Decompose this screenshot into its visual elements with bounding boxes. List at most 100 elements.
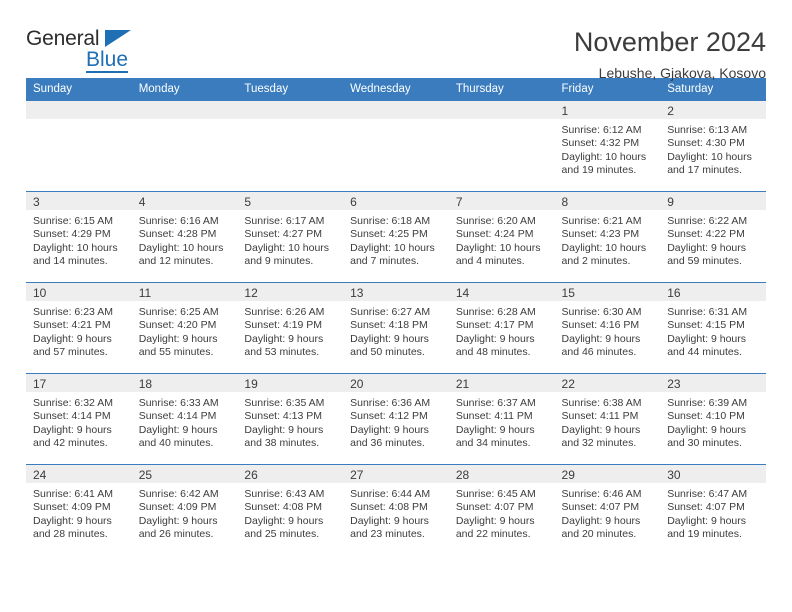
calendar-day-cell[interactable]: 6 Sunrise: 6:18 AM Sunset: 4:25 PM Daylight… <box>343 191 449 283</box>
sunset-text: Sunset: 4:29 PM <box>33 228 111 241</box>
calendar-day-cell[interactable]: 7 Sunrise: 6:20 AM Sunset: 4:24 PM Daylight… <box>448 191 555 283</box>
daylight-text-line2: and 19 minutes. <box>667 528 742 541</box>
calendar-day-cell[interactable]: 23 Sunrise: 6:39 AM Sunset: 4:10 PM Dayligh… <box>660 373 766 465</box>
daylight-text-line1: Daylight: 10 hours <box>138 241 224 254</box>
sunrise-text: Sunrise: 6:13 AM <box>667 124 748 136</box>
calendar-day-cell[interactable]: 5 Sunrise: 6:17 AM Sunset: 4:27 PM Daylight… <box>237 191 344 283</box>
sunset-text: Sunset: 4:21 PM <box>33 319 111 332</box>
calendar-day-cell[interactable]: 11 Sunrise: 6:25 AM Sunset: 4:20 PM Dayligh… <box>131 282 238 374</box>
day-sun-info: Sunrise: 6:13 AM Sunset: 4:30 PM Daylight:… <box>660 119 766 178</box>
daylight-text-line1: Daylight: 9 hours <box>667 241 747 254</box>
daylight-text-line1: Daylight: 9 hours <box>138 514 218 527</box>
day-number: 7 <box>448 192 555 210</box>
daylight-text-line1: Daylight: 9 hours <box>667 332 747 345</box>
calendar-day-cell-empty <box>448 100 555 192</box>
calendar-day-cell[interactable]: 24 Sunrise: 6:41 AM Sunset: 4:09 PM Dayligh… <box>26 464 132 555</box>
day-number: 13 <box>343 283 449 301</box>
calendar-day-cell[interactable]: 20 Sunrise: 6:36 AM Sunset: 4:12 PM Dayligh… <box>343 373 449 465</box>
calendar-day-cell[interactable]: 12 Sunrise: 6:26 AM Sunset: 4:19 PM Dayligh… <box>237 282 344 374</box>
calendar-day-cell[interactable]: 14 Sunrise: 6:28 AM Sunset: 4:17 PM Dayligh… <box>448 282 555 374</box>
day-sun-info: Sunrise: 6:12 AM Sunset: 4:32 PM Daylight:… <box>555 119 661 178</box>
sunrise-text: Sunrise: 6:43 AM <box>244 488 325 500</box>
day-number: 18 <box>131 374 238 392</box>
calendar-day-cell[interactable]: 4 Sunrise: 6:16 AM Sunset: 4:28 PM Daylight… <box>131 191 238 283</box>
sunrise-text: Sunrise: 6:17 AM <box>244 215 325 227</box>
calendar-day-cell[interactable]: 21 Sunrise: 6:37 AM Sunset: 4:11 PM Dayligh… <box>448 373 555 465</box>
sunset-text: Sunset: 4:07 PM <box>667 501 745 514</box>
day-number: 1 <box>554 101 661 119</box>
calendar-day-cell[interactable]: 25 Sunrise: 6:42 AM Sunset: 4:09 PM Dayligh… <box>131 464 238 555</box>
sunrise-text: Sunrise: 6:22 AM <box>667 215 748 227</box>
calendar-week-row: 3 Sunrise: 6:15 AM Sunset: 4:29 PM Daylight… <box>26 191 766 283</box>
calendar-day-cell-empty <box>26 100 132 192</box>
sunset-text: Sunset: 4:07 PM <box>455 501 534 514</box>
calendar-day-cell[interactable]: 27 Sunrise: 6:44 AM Sunset: 4:08 PM Dayligh… <box>343 464 449 555</box>
generalblue-logo[interactable]: General Blue <box>26 26 144 73</box>
day-sun-info: Sunrise: 6:37 AM Sunset: 4:11 PM Daylight:… <box>449 392 555 451</box>
calendar-day-cell[interactable]: 28 Sunrise: 6:45 AM Sunset: 4:07 PM Dayligh… <box>448 464 555 555</box>
day-sun-info: Sunrise: 6:17 AM Sunset: 4:27 PM Daylight:… <box>237 210 343 269</box>
daylight-text-line2: and 57 minutes. <box>33 346 108 359</box>
sunrise-text: Sunrise: 6:18 AM <box>350 215 431 227</box>
daylight-text-line1: Daylight: 9 hours <box>667 514 747 527</box>
day-sun-info: Sunrise: 6:46 AM Sunset: 4:07 PM Daylight:… <box>555 483 661 542</box>
day-number: 20 <box>343 374 449 392</box>
day-sun-info: Sunrise: 6:41 AM Sunset: 4:09 PM Daylight:… <box>26 483 132 542</box>
sunrise-text: Sunrise: 6:26 AM <box>244 306 325 318</box>
calendar-day-cell[interactable]: 17 Sunrise: 6:32 AM Sunset: 4:14 PM Dayligh… <box>26 373 132 465</box>
calendar-day-cell[interactable]: 26 Sunrise: 6:43 AM Sunset: 4:08 PM Dayligh… <box>237 464 344 555</box>
daylight-text-line2: and 34 minutes. <box>455 437 531 450</box>
calendar-day-cell[interactable]: 30 Sunrise: 6:47 AM Sunset: 4:07 PM Dayligh… <box>660 464 766 555</box>
calendar-day-cell[interactable]: 3 Sunrise: 6:15 AM Sunset: 4:29 PM Daylight… <box>26 191 132 283</box>
calendar-day-cell[interactable]: 8 Sunrise: 6:21 AM Sunset: 4:23 PM Daylight… <box>554 191 661 283</box>
sunrise-text: Sunrise: 6:16 AM <box>138 215 219 227</box>
daylight-text-line2: and 2 minutes. <box>561 255 631 268</box>
title-block: November 2024 Lebushe, Gjakova, Kosovo <box>574 26 766 84</box>
sunrise-text: Sunrise: 6:36 AM <box>350 397 431 409</box>
day-number: 28 <box>448 465 555 483</box>
day-sun-info: Sunrise: 6:42 AM Sunset: 4:09 PM Daylight:… <box>132 483 238 542</box>
sunrise-text: Sunrise: 6:37 AM <box>455 397 536 409</box>
day-number: 30 <box>660 465 766 483</box>
calendar-day-cell-empty <box>237 100 344 192</box>
day-number: 4 <box>131 192 238 210</box>
daylight-text-line1: Daylight: 9 hours <box>561 423 641 436</box>
calendar-day-cell-empty <box>343 100 449 192</box>
sunset-text: Sunset: 4:11 PM <box>561 410 639 423</box>
sunrise-text: Sunrise: 6:33 AM <box>138 397 219 409</box>
day-number <box>131 101 238 119</box>
calendar-day-cell[interactable]: 16 Sunrise: 6:31 AM Sunset: 4:15 PM Dayligh… <box>660 282 766 374</box>
daylight-text-line1: Daylight: 9 hours <box>244 514 324 527</box>
daylight-text-line1: Daylight: 9 hours <box>350 332 429 345</box>
calendar-day-cell[interactable]: 13 Sunrise: 6:27 AM Sunset: 4:18 PM Dayligh… <box>343 282 449 374</box>
sunset-text: Sunset: 4:17 PM <box>455 319 534 332</box>
day-sun-info: Sunrise: 6:32 AM Sunset: 4:14 PM Daylight:… <box>26 392 132 451</box>
calendar-day-cell[interactable]: 15 Sunrise: 6:30 AM Sunset: 4:16 PM Dayligh… <box>554 282 661 374</box>
day-sun-info: Sunrise: 6:27 AM Sunset: 4:18 PM Daylight:… <box>343 301 449 360</box>
day-sun-info: Sunrise: 6:22 AM Sunset: 4:22 PM Daylight:… <box>660 210 766 269</box>
sunrise-text: Sunrise: 6:25 AM <box>138 306 219 318</box>
daylight-text-line1: Daylight: 9 hours <box>350 514 429 527</box>
daylight-text-line2: and 20 minutes. <box>561 528 637 541</box>
calendar-day-cell[interactable]: 19 Sunrise: 6:35 AM Sunset: 4:13 PM Dayligh… <box>237 373 344 465</box>
calendar-day-cell[interactable]: 1 Sunrise: 6:12 AM Sunset: 4:32 PM Daylight… <box>554 100 661 192</box>
sunrise-text: Sunrise: 6:31 AM <box>667 306 748 318</box>
day-number: 5 <box>237 192 344 210</box>
sunrise-text: Sunrise: 6:35 AM <box>244 397 325 409</box>
daylight-text-line2: and 28 minutes. <box>33 528 108 541</box>
calendar-week-row: 17 Sunrise: 6:32 AM Sunset: 4:14 PM Dayligh… <box>26 373 766 465</box>
calendar-day-cell[interactable]: 2 Sunrise: 6:13 AM Sunset: 4:30 PM Daylight… <box>660 100 766 192</box>
sunset-text: Sunset: 4:08 PM <box>350 501 428 514</box>
day-number: 8 <box>554 192 661 210</box>
calendar-day-cell[interactable]: 29 Sunrise: 6:46 AM Sunset: 4:07 PM Dayligh… <box>554 464 661 555</box>
calendar-day-cell[interactable]: 22 Sunrise: 6:38 AM Sunset: 4:11 PM Dayligh… <box>554 373 661 465</box>
sunset-text: Sunset: 4:19 PM <box>244 319 323 332</box>
daylight-text-line2: and 48 minutes. <box>455 346 531 359</box>
sunrise-text: Sunrise: 6:39 AM <box>667 397 748 409</box>
calendar-day-cell[interactable]: 9 Sunrise: 6:22 AM Sunset: 4:22 PM Daylight… <box>660 191 766 283</box>
day-number: 16 <box>660 283 766 301</box>
day-sun-info: Sunrise: 6:39 AM Sunset: 4:10 PM Daylight:… <box>660 392 766 451</box>
calendar-day-cell[interactable]: 10 Sunrise: 6:23 AM Sunset: 4:21 PM Dayligh… <box>26 282 132 374</box>
calendar-day-cell[interactable]: 18 Sunrise: 6:33 AM Sunset: 4:14 PM Dayligh… <box>131 373 238 465</box>
daylight-text-line2: and 26 minutes. <box>138 528 214 541</box>
